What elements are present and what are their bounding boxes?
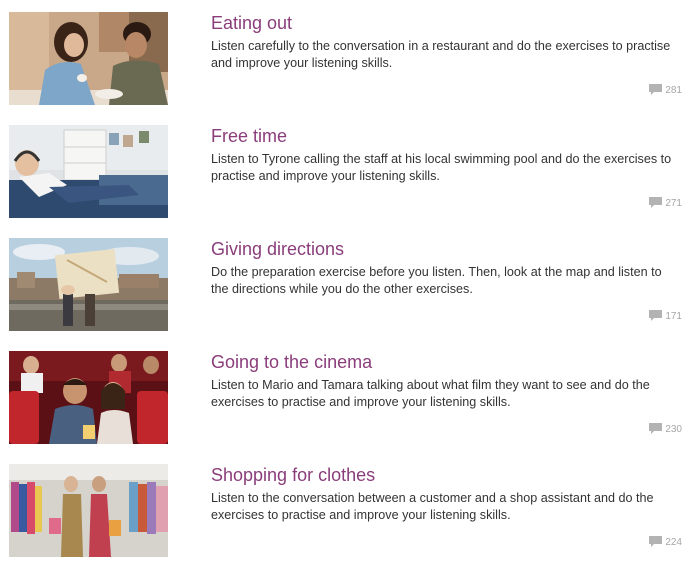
lesson-description: Listen to Mario and Tamara talking about… — [211, 378, 650, 409]
lesson-list: Eating out Listen carefully to the conve… — [0, 0, 684, 557]
comment-count: 230 — [665, 424, 682, 435]
speech-bubble-icon — [649, 535, 663, 547]
lesson-description: Do the preparation exercise before you l… — [211, 265, 662, 296]
lesson-thumbnail-giving-directions[interactable] — [9, 238, 168, 331]
lesson-item-eating-out: Eating out Listen carefully to the conve… — [0, 12, 684, 118]
comment-counter[interactable]: 271 — [649, 195, 682, 209]
lesson-thumbnail-going-to-the-cinema[interactable] — [9, 351, 168, 444]
comment-count: 271 — [665, 198, 682, 209]
lesson-title[interactable]: Shopping for clothes — [211, 464, 375, 486]
people-with-map-photo-icon — [9, 238, 168, 331]
comment-count: 281 — [665, 85, 682, 96]
comment-count: 224 — [665, 537, 682, 548]
lesson-thumbnail-shopping-for-clothes[interactable] — [9, 464, 168, 557]
clothes-shopping-photo-icon — [9, 464, 168, 557]
lesson-title[interactable]: Free time — [211, 125, 287, 147]
speech-bubble-icon — [649, 83, 663, 95]
comment-counter[interactable]: 230 — [649, 421, 682, 435]
boy-with-headphones-photo-icon — [9, 125, 168, 218]
speech-bubble-icon — [649, 196, 663, 208]
lesson-title[interactable]: Eating out — [211, 12, 292, 34]
comment-counter[interactable]: 224 — [649, 534, 682, 548]
speech-bubble-icon — [649, 422, 663, 434]
comment-count: 171 — [665, 311, 682, 322]
lesson-thumbnail-free-time[interactable] — [9, 125, 168, 218]
lesson-description: Listen to Tyrone calling the staff at hi… — [211, 152, 672, 183]
lesson-item-free-time: Free time Listen to Tyrone calling the s… — [0, 125, 684, 231]
lesson-item-shopping-for-clothes: Shopping for clothes Listen to the conve… — [0, 464, 684, 570]
comment-counter[interactable]: 281 — [649, 82, 682, 96]
lesson-title[interactable]: Giving directions — [211, 238, 344, 260]
lesson-item-giving-directions: Giving directions Do the preparation exe… — [0, 238, 684, 344]
cinema-audience-photo-icon — [9, 351, 168, 444]
comment-counter[interactable]: 171 — [649, 308, 682, 322]
lesson-description: Listen to the conversation between a cus… — [211, 491, 654, 522]
speech-bubble-icon — [649, 309, 663, 321]
lesson-thumbnail-eating-out[interactable] — [9, 12, 168, 105]
lesson-title[interactable]: Going to the cinema — [211, 351, 372, 373]
lesson-description: Listen carefully to the conversation in … — [211, 39, 671, 70]
restaurant-photo-icon — [9, 12, 168, 105]
lesson-item-going-to-the-cinema: Going to the cinema Listen to Mario and … — [0, 351, 684, 457]
